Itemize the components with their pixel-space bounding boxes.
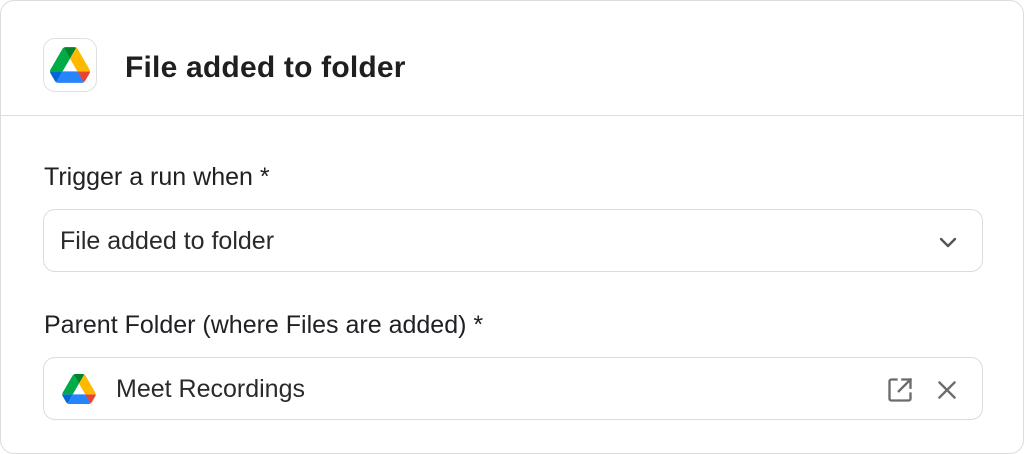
google-drive-icon — [50, 47, 90, 83]
card-header: File added to folder — [1, 1, 1023, 116]
chevron-down-icon — [939, 237, 957, 248]
app-icon-container — [43, 38, 97, 92]
open-external-icon[interactable] — [886, 376, 914, 404]
parent-folder-label: Parent Folder (where Files are added) * — [44, 311, 484, 339]
trigger-config-card: File added to folder Trigger a run when … — [0, 0, 1024, 454]
close-icon[interactable] — [934, 377, 960, 403]
google-drive-icon — [62, 374, 96, 404]
trigger-select-value: File added to folder — [60, 227, 275, 255]
page-title: File added to folder — [125, 51, 406, 84]
parent-folder-picker[interactable]: Meet Recordings — [43, 357, 983, 420]
trigger-label: Trigger a run when * — [44, 163, 270, 191]
parent-folder-value: Meet Recordings — [116, 375, 305, 403]
trigger-select[interactable]: File added to folder — [43, 209, 983, 272]
